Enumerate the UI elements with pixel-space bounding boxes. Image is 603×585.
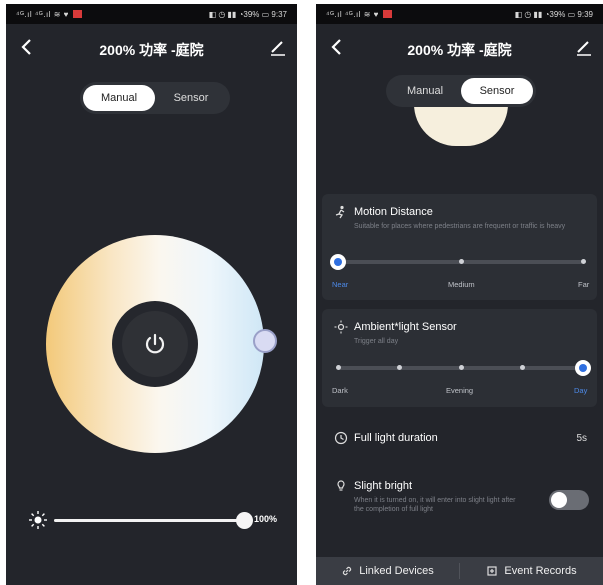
slider-dot	[336, 365, 341, 370]
tick-dark: Dark	[332, 386, 348, 395]
color-temperature-wheel[interactable]	[46, 235, 264, 453]
motion-distance-desc: Suitable for places where pedestrians ar…	[354, 223, 566, 230]
slight-bright-title: Slight bright	[354, 480, 413, 492]
status-bar: ⁴ᴳ.ıl ⁴ᴳ.ıl ≋ ♥ ◧ ◷ ▮▮ ◔39% ▭ 9:39	[316, 4, 603, 24]
slider-knob[interactable]	[330, 254, 346, 270]
brightness-knob[interactable]	[236, 512, 253, 529]
clock-icon	[334, 431, 348, 445]
linked-devices-button[interactable]: Linked Devices	[316, 557, 459, 585]
tick-near: Near	[332, 280, 349, 289]
tick-far: Far	[578, 280, 590, 289]
brightness-value: 100%	[254, 514, 278, 524]
edit-icon[interactable]	[575, 38, 593, 56]
slight-bright-row: Slight bright When it is turned on, it w…	[316, 474, 603, 534]
mode-switch: Manual Sensor	[386, 75, 536, 107]
event-records-label: Event Records	[504, 565, 577, 577]
full-light-duration-title: Full light duration	[354, 432, 438, 444]
brightness-row: 100%	[28, 510, 288, 530]
tick-day: Day	[574, 386, 588, 395]
slider-dot	[519, 365, 525, 370]
toggle-knob	[551, 492, 567, 508]
lamp-preview	[414, 104, 508, 146]
navbar: 200% 功率 -庭院	[6, 32, 297, 64]
slider-dot	[458, 365, 464, 370]
page-title: 200% 功率 -庭院	[99, 42, 204, 58]
slight-bright-desc: When it is turned on, it will enter into…	[354, 497, 516, 513]
motion-distance-title: Motion Distance	[354, 206, 433, 218]
motion-icon	[334, 205, 348, 219]
sun-icon	[28, 510, 48, 530]
slider-dot	[581, 259, 586, 264]
tick-medium: Medium	[448, 280, 475, 289]
screen-sensor: ⁴ᴳ.ıl ⁴ᴳ.ıl ≋ ♥ ◧ ◷ ▮▮ ◔39% ▭ 9:39 200% …	[316, 4, 603, 585]
status-right: ◧ ◷ ▮▮ ◔39% ▭ 9:37	[208, 9, 287, 19]
power-icon	[145, 333, 165, 354]
motion-distance-slider[interactable]	[330, 254, 586, 270]
status-left: ⁴ᴳ.ıl ⁴ᴳ.ıl ≋ ♥	[326, 10, 392, 19]
wheel-handle[interactable]	[253, 329, 277, 353]
bulb-icon	[334, 478, 348, 492]
tick-evening: Evening	[446, 386, 474, 395]
tab-sensor[interactable]: Sensor	[461, 78, 533, 104]
ambient-sensor-desc: Trigger all day	[354, 338, 399, 345]
motion-distance-card: Motion Distance Suitable for places wher…	[322, 194, 597, 300]
linked-devices-label: Linked Devices	[359, 565, 434, 577]
screen-manual: ⁴ᴳ.ıl ⁴ᴳ.ıl ≋ ♥ ◧ ◷ ▮▮ ◔39% ▭ 9:37 200% …	[6, 4, 297, 585]
ambient-sensor-slider[interactable]	[336, 360, 591, 376]
tab-manual[interactable]: Manual	[83, 85, 155, 111]
status-bar: ⁴ᴳ.ıl ⁴ᴳ.ıl ≋ ♥ ◧ ◷ ▮▮ ◔39% ▭ 9:37	[6, 4, 297, 24]
record-icon	[487, 566, 498, 576]
tab-manual[interactable]: Manual	[389, 78, 461, 104]
tab-sensor[interactable]: Sensor	[155, 85, 227, 111]
ambient-sensor-title: Ambient*light Sensor	[354, 321, 457, 333]
status-left: ⁴ᴳ.ıl ⁴ᴳ.ıl ≋ ♥	[16, 10, 82, 19]
edit-icon[interactable]	[269, 38, 287, 56]
brightness-fill	[54, 519, 244, 522]
full-light-duration-row[interactable]: Full light duration 5s	[316, 426, 603, 450]
ambient-light-card: Ambient*light Sensor Trigger all day Dar…	[322, 309, 597, 407]
slider-dot	[397, 365, 403, 370]
slight-bright-toggle[interactable]	[549, 490, 589, 510]
notification-icon	[382, 10, 392, 18]
status-right: ◧ ◷ ▮▮ ◔39% ▭ 9:39	[514, 9, 593, 19]
page-title: 200% 功率 -庭院	[407, 42, 512, 58]
brightness-slider[interactable]	[54, 512, 253, 529]
bottom-bar: Linked Devices Event Records	[316, 557, 603, 585]
power-button[interactable]	[122, 311, 188, 377]
mode-switch: Manual Sensor	[80, 82, 230, 114]
slider-dot	[458, 259, 464, 264]
link-icon	[343, 566, 352, 576]
navbar: 200% 功率 -庭院	[316, 32, 603, 64]
notification-icon	[72, 10, 82, 18]
wheel-center	[112, 301, 198, 387]
event-records-button[interactable]: Event Records	[460, 557, 603, 585]
full-light-duration-value: 5s	[576, 433, 587, 444]
light-sensor-icon	[334, 320, 348, 334]
slider-knob[interactable]	[575, 360, 591, 376]
